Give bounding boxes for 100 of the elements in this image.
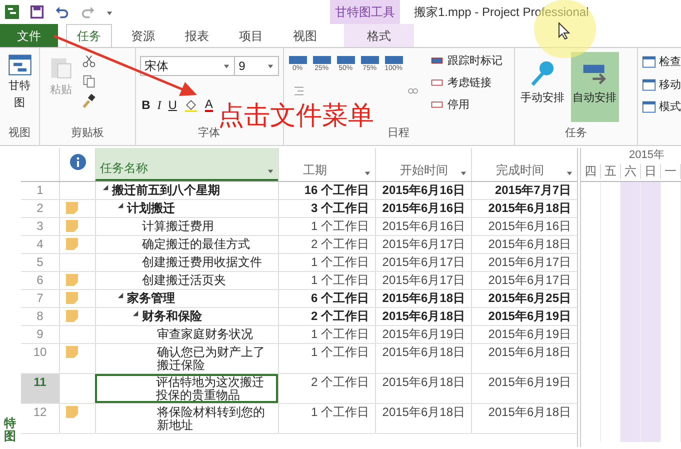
group-label: 剪贴板 [70,126,104,140]
table-cell: 2015年6月19日 [471,308,577,325]
dropdown-caret-icon[interactable] [266,62,274,70]
task-name-cell[interactable]: 创建搬迁活页夹 [95,272,278,289]
row-number[interactable]: 3 [21,218,59,235]
table-cell: 2015年6月17日 [375,236,471,253]
table-cell: 2015年6月16日 [375,200,471,217]
table-cell: 2015年6月18日 [375,404,471,433]
schedule-command[interactable]: 停用 [430,96,503,114]
collapse-triangle-icon[interactable] [117,292,124,299]
bold-button[interactable]: B [142,96,150,114]
dropdown-caret-icon[interactable] [222,62,230,70]
ribbon-tab[interactable]: 格式 [344,24,414,47]
column-header[interactable]: 开始时间 [375,148,471,181]
underline-button[interactable]: U [168,96,177,114]
task-name-cell[interactable]: 确定搬迁的最佳方式 [95,236,278,253]
note-icon [66,274,78,286]
group-label: 字体 [198,126,220,140]
row-number[interactable]: 5 [21,254,59,271]
collapse-triangle-icon[interactable] [102,184,109,191]
row-number[interactable]: 1 [21,182,59,199]
task-command[interactable]: 检查 [642,54,681,70]
task-name-cell[interactable]: 创建搬迁费用收据文件 [95,254,278,271]
task-name-cell[interactable]: 计算搬迁费用 [95,218,278,235]
task-name: 确认您已为财产上了搬迁保险 [157,346,266,372]
table-cell: 2015年6月25日 [471,290,577,307]
context-tab-label: 甘特图工具 [330,0,400,24]
window-icon [642,55,656,70]
window-icon [642,78,656,92]
row-number[interactable]: 6 [21,272,59,289]
schedule-command[interactable]: 跟踪时标记 [430,52,503,70]
ribbon-tab[interactable]: 项目 [228,24,274,47]
column-header[interactable]: 完成时间 [471,148,577,181]
note-icon [66,346,78,358]
task-name-cell[interactable]: 评估特地为这次搬迁投保的贵重物品 [95,374,278,403]
table-cell: 2015年6月16日 [375,218,471,235]
task-name: 审查家庭财务状况 [157,328,253,341]
collapse-triangle-icon[interactable] [117,202,124,209]
table-cell: 2015年6月17日 [375,254,471,271]
font-size-dropdown[interactable]: 9 [234,56,279,76]
task-name-cell[interactable]: 财务和保险 [95,308,278,325]
task-command[interactable]: 移动 [642,76,681,93]
task-name-cell[interactable]: 确认您已为财产上了搬迁保险 [95,344,278,373]
schedule-mode-button[interactable]: 自动安排 [570,52,619,122]
column-header[interactable]: 任务名称 [95,148,278,181]
row-number[interactable]: 9 [21,326,59,343]
italic-button[interactable]: I [157,96,162,114]
task-name: 确定搬迁的最佳方式 [142,238,250,251]
font-color-button[interactable]: A [204,98,213,112]
column-header[interactable]: 工期 [278,148,375,181]
table-cell: 3 个工作日 [278,200,375,217]
table-cell: 2015年6月18日 [471,344,577,373]
table-cell: 2015年6月18日 [471,200,577,217]
task-command[interactable]: 模式 [642,99,681,116]
table-cell: 2015年6月19日 [375,326,471,343]
ribbon-tab[interactable]: 报表 [174,24,220,47]
row-number[interactable]: 10 [21,344,59,373]
table-cell: 2015年6月19日 [471,374,577,403]
row-number[interactable]: 12 [21,404,59,433]
dropdown-caret-icon[interactable] [267,168,274,175]
row-number[interactable]: 4 [21,236,59,253]
ribbon-tab[interactable]: 文件 [0,24,58,47]
row-number[interactable]: 8 [21,308,59,325]
ribbon-tab[interactable]: 视图 [282,24,328,47]
task-name-cell[interactable]: 将保险材料转到您的新地址 [95,404,278,433]
table-cell: 2015年6月16日 [375,182,471,199]
task-name-cell[interactable]: 审查家庭财务状况 [95,326,278,343]
dropdown-caret-icon[interactable] [460,170,467,177]
dropdown-caret-icon[interactable] [364,170,371,177]
undo-icon[interactable] [54,5,70,19]
group-label: 视图 [8,126,30,140]
outdent-icon [292,84,306,96]
font-name-dropdown[interactable]: 宋体 [140,56,235,76]
ribbon-tab[interactable]: 任务 [66,24,112,47]
table-cell: 2015年6月16日 [471,218,577,235]
timescale-day: 一 [661,164,681,179]
row-number[interactable]: 11 [21,374,59,403]
schedule-mode-button[interactable]: 手动安排 [518,52,567,122]
note-icon [66,292,78,304]
timescale-day: 五 [601,164,621,179]
schedule-command[interactable]: 考虑链接 [430,74,503,92]
task-name: 计算搬迁费用 [142,220,214,233]
row-number[interactable]: 2 [21,200,59,217]
gantt-chart-button[interactable]: 甘特图 [4,52,35,111]
table-cell: 2015年6月18日 [375,290,471,307]
task-name-cell[interactable]: 家务管理 [95,290,278,307]
table-cell: 2 个工作日 [278,236,375,253]
dropdown-caret-icon[interactable] [566,170,573,177]
table-cell: 2015年6月18日 [375,308,471,325]
save-icon[interactable] [30,5,44,19]
gantt-view-icon [6,52,32,78]
task-name-cell[interactable]: 计划搬迁 [95,200,278,217]
task-name-cell[interactable]: 搬迁前五到八个星期 [95,182,278,199]
row-number[interactable]: 7 [21,290,59,307]
table-cell: 2015年6月18日 [471,236,577,253]
customize-caret-icon[interactable] [106,8,113,16]
table-cell: 2015年6月17日 [471,254,577,271]
app-icon[interactable] [4,4,20,20]
collapse-triangle-icon[interactable] [132,310,139,317]
ribbon-tab[interactable]: 资源 [120,24,166,47]
